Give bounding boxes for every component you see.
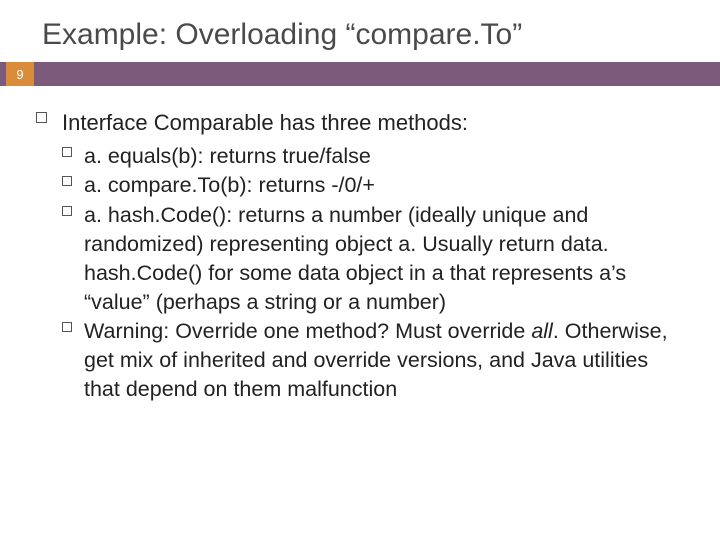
square-bullet-icon [62, 147, 72, 157]
slide-title: Example: Overloading “compare.To” [0, 18, 720, 62]
accent-bar: 9 [0, 62, 720, 86]
level2-rest-italic: all [531, 319, 553, 343]
slide-content: Interface Comparable has three methods: … [0, 86, 720, 404]
square-bullet-icon [62, 206, 72, 216]
square-bullet-icon [62, 176, 72, 186]
level2-item: a. hash.Code(): returns a number (ideall… [84, 201, 674, 316]
level2-list: a. equals(b): returns true/false a. comp… [62, 138, 674, 404]
page-number-badge: 9 [6, 62, 34, 86]
slide: Example: Overloading “compare.To” 9 Inte… [0, 0, 720, 540]
square-bullet-icon [62, 322, 72, 332]
level2-rest: returns true/false [204, 144, 371, 168]
level1-text: Interface Comparable has three methods: [62, 110, 468, 135]
level2-lead: a. equals(b): [84, 144, 204, 168]
level2-rest-pre: Override one method? Must override [169, 319, 531, 343]
level2-rest: returns -/0/+ [252, 173, 374, 197]
square-bullet-icon [36, 112, 47, 123]
level2-item: Warning: Override one method? Must overr… [84, 317, 674, 403]
level2-lead: a. hash.Code(): [84, 203, 232, 227]
level2-item: a. equals(b): returns true/false [84, 142, 674, 171]
level2-lead: Warning: [84, 319, 169, 343]
level2-item: a. compare.To(b): returns -/0/+ [84, 171, 674, 200]
level2-lead: a. compare.To(b): [84, 173, 252, 197]
level1-item: Interface Comparable has three methods: … [62, 108, 674, 404]
